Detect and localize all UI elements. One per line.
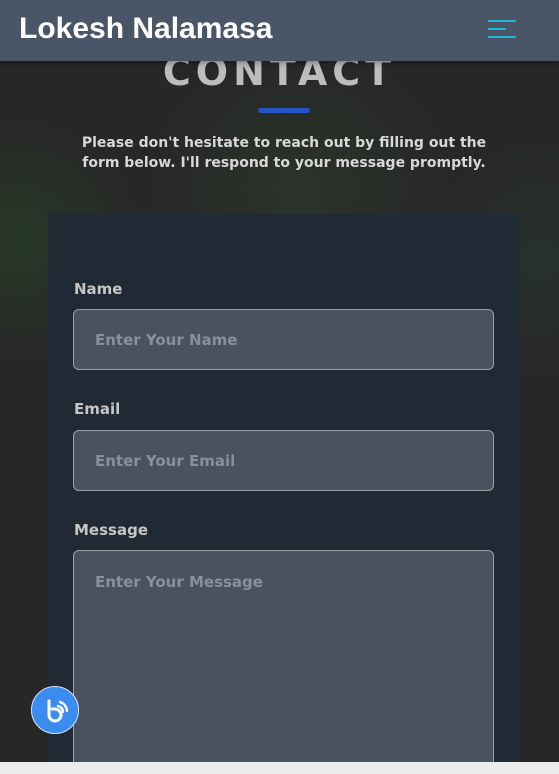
menu-line-middle bbox=[488, 28, 506, 30]
brand-name[interactable]: Lokesh Nalamasa bbox=[19, 12, 272, 46]
menu-line-top bbox=[488, 20, 516, 22]
message-textarea[interactable] bbox=[73, 550, 494, 774]
email-input[interactable] bbox=[73, 430, 494, 491]
name-input[interactable] bbox=[73, 309, 494, 370]
section-subtitle: Please don't hesitate to reach out by fi… bbox=[81, 135, 487, 171]
hamburger-menu-icon[interactable] bbox=[488, 20, 518, 40]
message-label: Message bbox=[74, 521, 148, 539]
email-label: Email bbox=[74, 400, 121, 418]
chat-widget-button[interactable] bbox=[31, 686, 79, 734]
contact-page: Lokesh Nalamasa CONTACT Please don't hes… bbox=[0, 0, 559, 774]
bottom-scroll-strip bbox=[0, 762, 559, 774]
menu-line-bottom bbox=[488, 36, 516, 38]
name-label: Name bbox=[74, 280, 123, 298]
top-navbar: Lokesh Nalamasa bbox=[0, 0, 559, 61]
chat-bubble-icon bbox=[47, 699, 69, 723]
title-underline bbox=[258, 108, 310, 113]
